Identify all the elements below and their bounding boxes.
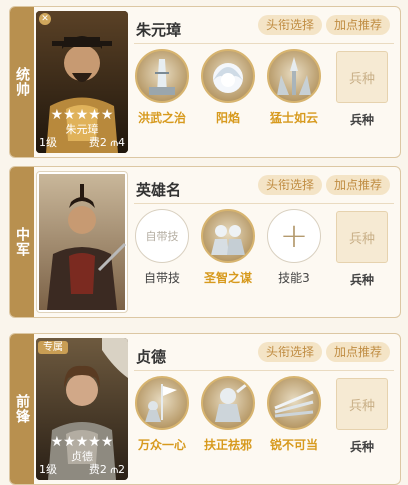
divider: [134, 203, 394, 204]
points-recommend-button[interactable]: 加点推荐: [326, 175, 391, 195]
warriors-icon: [267, 49, 321, 103]
hero-name: 贞德: [136, 348, 167, 366]
close-icon[interactable]: ✕: [39, 13, 51, 25]
skill-label: 猛士如云: [269, 111, 318, 125]
hero-level: 1级: [39, 463, 57, 476]
troop-label: 兵种: [349, 113, 374, 127]
spears-icon: [267, 376, 321, 430]
hero-portrait[interactable]: 专属 ★★★★★ 贞德 1级 费2 ⫙2: [36, 338, 128, 480]
role-label: 统帅: [14, 67, 30, 97]
hero-cost: 费2 ⫙2: [88, 463, 125, 476]
troop-select-button[interactable]: 兵种: [336, 378, 388, 430]
skill-label: 阳焰: [215, 111, 240, 125]
skill-slot-2[interactable]: 扶正祛邪: [198, 376, 258, 453]
skill-slot-3[interactable]: 锐不可当: [264, 376, 324, 453]
skill-label: 扶正祛邪: [203, 438, 252, 452]
knight-icon: [201, 376, 255, 430]
skill-label: 洪武之治: [137, 111, 186, 125]
hero-name: 英雄名: [136, 181, 182, 199]
exclusive-badge: 专属: [38, 341, 68, 354]
hero-slot-vanguard: 前锋 专属 ★★★★★ 贞德 1级 费2 ⫙2 贞德 头衔选择 加点推荐 万众一…: [9, 333, 401, 485]
skill-slot-3[interactable]: + 技能3: [264, 209, 324, 286]
strategists-icon: [201, 209, 255, 263]
portrait-image: [39, 174, 127, 310]
flame-burst-icon: [201, 49, 255, 103]
divider: [134, 43, 394, 44]
divider: [134, 370, 394, 371]
points-recommend-button[interactable]: 加点推荐: [326, 342, 391, 362]
skill-slot-1[interactable]: 自带技 自带技: [132, 209, 192, 286]
hero-cost: 费2 ⫙4: [88, 136, 125, 149]
skill-label: 圣智之谋: [203, 271, 252, 285]
hero-slot-commander: 统帅 ✕ ★★★★★ 朱元璋 1级 费2 ⫙4 朱元璋 头衔选择 加点推荐 洪武…: [9, 6, 401, 158]
skill-slot-1[interactable]: 洪武之治: [132, 49, 192, 126]
hero-slot-center: 中军 英雄名 头衔选择 加点推荐 自带技 自带技 圣智之谋 + 技能3 兵种 兵…: [9, 166, 401, 318]
troop-select-button[interactable]: 兵种: [336, 211, 388, 263]
add-skill-icon: +: [267, 209, 321, 263]
skill-slot-3[interactable]: 猛士如云: [264, 49, 324, 126]
skill-slot-2[interactable]: 阳焰: [198, 49, 258, 126]
skill-slot-1[interactable]: 万众一心: [132, 376, 192, 453]
hero-portrait[interactable]: [36, 171, 128, 313]
skill-label: 万众一心: [137, 438, 186, 452]
troop-label: 兵种: [349, 273, 374, 287]
skill-label: 自带技: [143, 271, 180, 285]
skill-label: 锐不可当: [269, 438, 318, 452]
title-select-button[interactable]: 头衔选择: [258, 15, 323, 35]
points-recommend-button[interactable]: 加点推荐: [326, 15, 391, 35]
hero-portrait[interactable]: ✕ ★★★★★ 朱元璋 1级 费2 ⫙4: [36, 11, 128, 153]
role-label: 前锋: [14, 394, 30, 424]
skill-slot-2[interactable]: 圣智之谋: [198, 209, 258, 286]
rally-icon: [135, 376, 189, 430]
title-select-button[interactable]: 头衔选择: [258, 175, 323, 195]
hero-level: 1级: [39, 136, 57, 149]
troop-label: 兵种: [349, 440, 374, 454]
role-label: 中军: [14, 227, 30, 257]
fortress-icon: [135, 49, 189, 103]
title-select-button[interactable]: 头衔选择: [258, 342, 323, 362]
troop-select-button[interactable]: 兵种: [336, 51, 388, 103]
empty-skill-slot: 自带技: [135, 209, 189, 263]
skill-label: 技能3: [278, 271, 310, 285]
hero-name: 朱元璋: [136, 21, 182, 39]
